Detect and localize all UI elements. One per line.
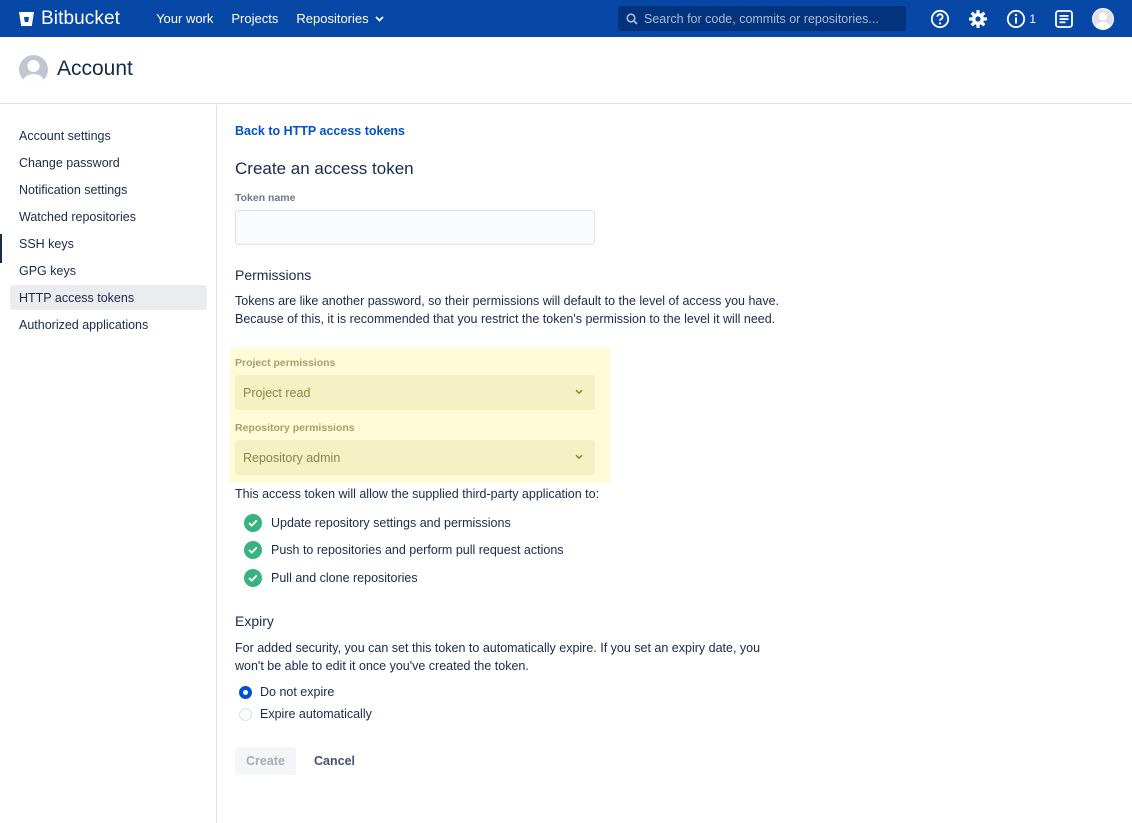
- expiry-option-label: Do not expire: [260, 685, 335, 699]
- nav-icons: 1: [912, 0, 1114, 37]
- sidebar-item-account-settings[interactable]: Account settings: [10, 123, 207, 148]
- help-icon[interactable]: [930, 9, 950, 29]
- primary-nav: Your work Projects Repositories: [156, 11, 402, 26]
- repository-permissions-select[interactable]: Repository admin: [235, 440, 595, 475]
- allowed-item: Pull and clone repositories: [244, 569, 418, 587]
- repository-permissions-value: Repository admin: [243, 450, 341, 465]
- allowed-item: Push to repositories and perform pull re…: [244, 541, 564, 559]
- user-icon: [22, 60, 45, 84]
- notification-count: 1: [1029, 11, 1036, 26]
- token-name-label: Token name: [235, 192, 296, 204]
- radio-unselected[interactable]: [239, 707, 252, 721]
- nav-projects[interactable]: Projects: [231, 11, 278, 26]
- user-icon: [1095, 12, 1111, 29]
- allowed-item-label: Update repository settings and permissio…: [271, 516, 511, 530]
- avatar: [1092, 7, 1114, 30]
- user-avatar-button[interactable]: [1092, 7, 1114, 30]
- chevron-down-icon: [575, 389, 583, 395]
- cancel-button[interactable]: Cancel: [304, 747, 365, 775]
- project-permissions-select[interactable]: Project read: [235, 375, 595, 410]
- allow-description: This access token will allow the supplie…: [235, 487, 600, 501]
- check-circle-icon: [244, 514, 262, 532]
- expiry-option-do-not-expire[interactable]: Do not expire: [239, 685, 334, 699]
- sidebar-item-http-access-tokens[interactable]: HTTP access tokens: [10, 285, 207, 310]
- sidebar-item-ssh-keys[interactable]: SSH keys: [10, 231, 207, 256]
- token-name-input[interactable]: [235, 210, 595, 245]
- back-to-tokens-link[interactable]: Back to HTTP access tokens: [235, 124, 405, 138]
- sidebar-edge-marker: [0, 234, 2, 263]
- sidebar-item-change-password[interactable]: Change password: [10, 150, 207, 175]
- bitbucket-logo[interactable]: Bitbucket: [18, 8, 120, 30]
- info-icon: [1007, 9, 1026, 28]
- account-sidebar: Account settings Change password Notific…: [0, 105, 217, 823]
- search-box[interactable]: [618, 6, 906, 31]
- project-permissions-value: Project read: [243, 385, 311, 400]
- sidebar-item-gpg-keys[interactable]: GPG keys: [10, 258, 207, 283]
- gear-icon[interactable]: [968, 9, 988, 29]
- search-icon: [626, 12, 638, 25]
- page-header: Account: [0, 37, 1132, 104]
- expiry-heading: Expiry: [235, 613, 274, 629]
- permissions-description: Tokens are like another password, so the…: [235, 294, 780, 326]
- form-title: Create an access token: [235, 159, 414, 178]
- permissions-highlight: Project permissions Project read Reposit…: [230, 348, 610, 483]
- allowed-item: Update repository settings and permissio…: [244, 514, 511, 532]
- expiry-option-label: Expire automatically: [260, 707, 372, 721]
- chevron-down-icon: [374, 15, 384, 22]
- whats-new-icon[interactable]: [1054, 9, 1074, 29]
- account-avatar: [19, 55, 48, 84]
- search-input[interactable]: [644, 11, 894, 26]
- allowed-item-label: Push to repositories and perform pull re…: [271, 543, 564, 557]
- sidebar-item-authorized-applications[interactable]: Authorized applications: [10, 312, 207, 337]
- radio-selected[interactable]: [239, 685, 252, 699]
- check-circle-icon: [244, 569, 262, 587]
- nav-repositories-label: Repositories: [296, 11, 369, 26]
- sidebar-item-watched-repositories[interactable]: Watched repositories: [10, 204, 207, 229]
- brand-name: Bitbucket: [41, 7, 121, 29]
- sidebar-item-notification-settings[interactable]: Notification settings: [10, 177, 207, 202]
- nav-your-work[interactable]: Your work: [156, 11, 213, 26]
- top-navigation: Bitbucket Your work Projects Repositorie…: [0, 0, 1132, 37]
- notifications-button[interactable]: 1: [1006, 9, 1036, 29]
- permissions-heading: Permissions: [235, 267, 312, 283]
- expiry-option-expire-automatically[interactable]: Expire automatically: [239, 707, 372, 721]
- nav-repositories[interactable]: Repositories: [296, 11, 384, 26]
- create-button[interactable]: Create: [235, 747, 296, 775]
- check-circle-icon: [244, 541, 262, 559]
- expiry-description: For added security, you can set this tok…: [235, 641, 761, 673]
- allowed-item-label: Pull and clone repositories: [271, 571, 418, 585]
- page-title: Account: [57, 57, 133, 80]
- repository-permissions-label: Repository permissions: [235, 422, 355, 434]
- chevron-down-icon: [575, 454, 583, 460]
- bitbucket-icon: [19, 11, 34, 26]
- project-permissions-label: Project permissions: [235, 357, 336, 369]
